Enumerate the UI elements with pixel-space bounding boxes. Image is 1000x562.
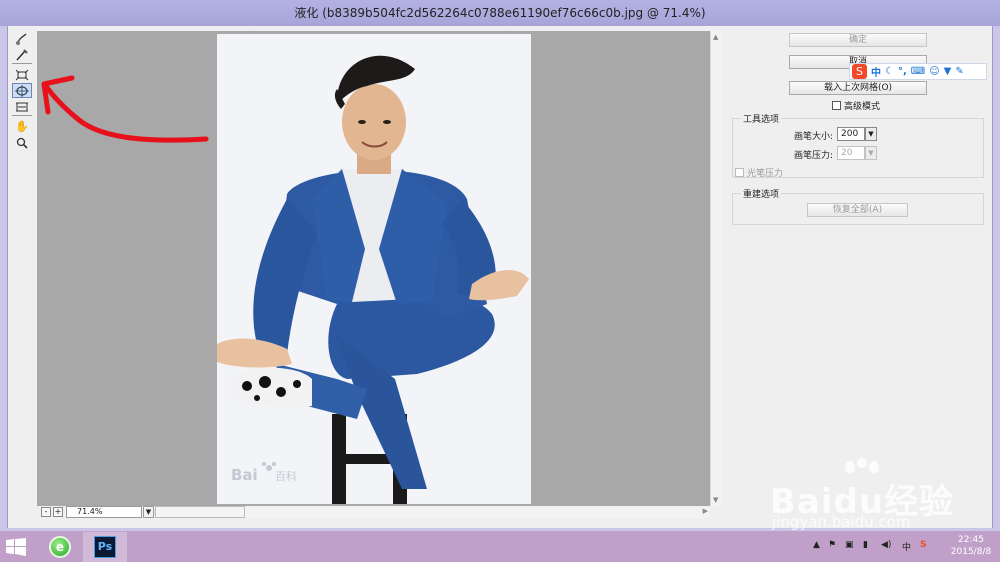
user-icon[interactable]: ☺ (929, 66, 939, 77)
push-icon (16, 102, 28, 111)
keyboard-icon[interactable]: ⌨ (911, 66, 925, 77)
zoom-dropdown-icon[interactable]: ▼ (143, 506, 154, 518)
zoom-out-button[interactable]: - (41, 507, 51, 517)
system-clock[interactable]: 22:45 2015/8/8 (946, 534, 996, 558)
advanced-mode-label: 高级模式 (844, 102, 881, 112)
ime-indicator[interactable]: 中 (902, 540, 911, 553)
ime-lang-toggle[interactable]: 中 (871, 64, 881, 79)
tool-divider (12, 63, 32, 64)
advanced-mode-checkbox[interactable]: 高级模式 (832, 99, 880, 112)
restore-all-button[interactable]: 恢复全部(A) (807, 203, 908, 217)
tool-divider (12, 115, 32, 116)
tool-strip: ✋ (8, 27, 36, 524)
tool-options-title: 工具选项 (741, 112, 782, 125)
load-last-mesh-button[interactable]: 载入上次网格(O) (789, 81, 927, 95)
device-icon[interactable]: ▣ (845, 540, 854, 550)
moon-icon[interactable]: ☾ (885, 66, 894, 77)
window-title-bar: 液化 (b8389b504fc2d562264c0788e61190ef76c6… (0, 0, 1000, 26)
browser-icon: e (49, 536, 71, 558)
scroll-down-icon[interactable]: ▼ (713, 496, 718, 504)
annotation-arrow (41, 75, 209, 143)
bloat-tool[interactable] (12, 83, 32, 98)
portrait-image: Bai 百科 (217, 34, 531, 504)
zoom-in-button[interactable]: + (53, 507, 63, 517)
sogou-logo-icon[interactable]: S (852, 64, 867, 79)
photo-watermark: Bai (231, 466, 258, 484)
punctuation-icon[interactable]: °, (898, 66, 907, 77)
checkbox-box[interactable] (832, 101, 841, 110)
horizontal-scrollbar[interactable]: ◀ ▶ (208, 506, 710, 518)
scroll-right-icon[interactable]: ▶ (703, 507, 708, 515)
push-left-tool[interactable] (12, 99, 32, 114)
window-title: 液化 (b8389b504fc2d562264c0788e61190ef76c6… (294, 6, 706, 20)
preview-photo: Bai 百科 (217, 34, 531, 504)
taskbar-ie-browser[interactable]: e (38, 532, 82, 562)
scroll-up-icon[interactable]: ▲ (713, 33, 718, 41)
checkbox-box[interactable] (735, 168, 744, 177)
brush-pressure-dropdown-icon[interactable]: ▼ (865, 146, 877, 160)
brush-size-label: 画笔大小: (794, 132, 834, 142)
reconstruct-options-title: 重建选项 (741, 187, 782, 200)
ime-toolbar: S 中 ☾ °, ⌨ ☺ ▼ ✎ (849, 63, 987, 80)
photoshop-icon: Ps (94, 536, 116, 558)
magnifier-icon (16, 137, 28, 149)
brush-size-dropdown-icon[interactable]: ▼ (865, 127, 877, 141)
vertical-scrollbar[interactable]: ▲ ▼ (710, 31, 722, 506)
windows-start-icon[interactable] (6, 538, 26, 556)
zoom-control: - + 71.4% ▼ (37, 506, 245, 518)
watermark-url: jingyan.baidu.com (772, 513, 911, 531)
zoom-bar-fill (155, 506, 245, 518)
taskbar: e Ps ▲ ⚑ ▣ ▮ ◀) 中 S (0, 531, 1000, 562)
tray-expand-icon[interactable]: ▲ (813, 540, 820, 550)
taskbar-photoshop[interactable]: Ps (83, 532, 127, 562)
ok-button[interactable]: 确定 (789, 33, 927, 47)
skin-icon[interactable]: ▼ (944, 66, 952, 77)
sogou-tray-icon[interactable]: S (920, 540, 926, 550)
clock-time: 22:45 (958, 535, 984, 545)
zoom-tool[interactable] (12, 135, 32, 150)
brush-pressure-field[interactable]: 20 (837, 146, 865, 160)
forward-warp-tool[interactable] (12, 31, 32, 46)
warp-icon (16, 33, 27, 45)
hand-icon: ✋ (15, 120, 29, 133)
reconstruct-tool[interactable] (12, 47, 32, 62)
photo-watermark-baike: 百科 (275, 469, 297, 483)
zoom-level-field[interactable]: 71.4% (66, 506, 142, 518)
flag-icon[interactable]: ⚑ (828, 540, 836, 550)
stylus-pressure-label: 光笔压力 (747, 169, 784, 179)
volume-icon[interactable]: ◀) (881, 540, 891, 550)
brush-size-field[interactable]: 200 (837, 127, 865, 141)
brush-icon (16, 48, 28, 60)
brush-pressure-label: 画笔压力: (794, 151, 834, 161)
stylus-pressure-checkbox[interactable]: 光笔压力 (735, 166, 783, 179)
baidu-jingyan-watermark: Baidu经验 jingyan.baidu.com (770, 458, 990, 531)
wrench-icon[interactable]: ✎ (955, 66, 963, 77)
hand-tool[interactable]: ✋ (12, 119, 32, 134)
clock-date: 2015/8/8 (950, 547, 992, 557)
bloat-icon (15, 84, 29, 97)
network-icon[interactable]: ▮ (863, 540, 868, 550)
pucker-icon (15, 69, 29, 80)
pucker-tool[interactable] (12, 67, 32, 82)
